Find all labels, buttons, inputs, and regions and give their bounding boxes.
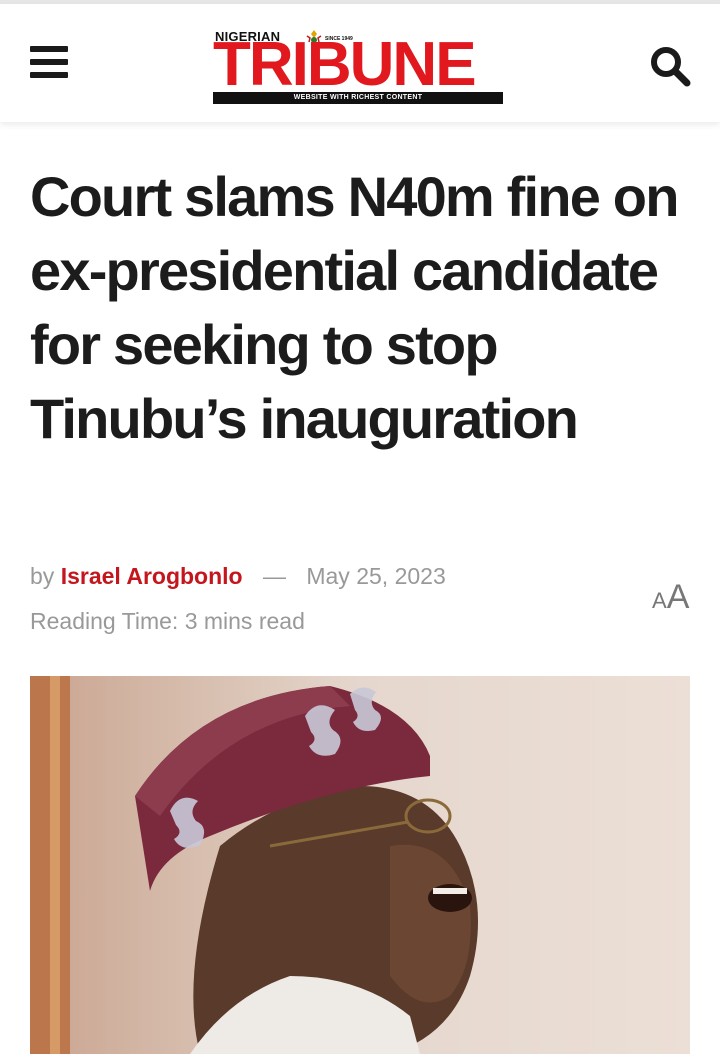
article-byline: by Israel Arogbonlo — May 25, 2023 (30, 563, 446, 590)
author-link[interactable]: Israel Arogbonlo (61, 563, 243, 589)
article-featured-image (30, 676, 690, 1054)
site-header: NIGERIAN SINCE 1949 TRIBUNE WEBSITE WITH… (0, 4, 720, 122)
reading-time: Reading Time: 3 mins read (30, 608, 305, 634)
article-headline: Court slams N40m fine on ex-presidential… (30, 165, 679, 450)
by-label: by (30, 563, 55, 589)
logo-tagline: WEBSITE WITH RICHEST CONTENT (213, 92, 503, 104)
font-size-small-icon: A (652, 588, 667, 613)
logo-main-text: TRIBUNE (213, 30, 477, 99)
site-logo[interactable]: NIGERIAN SINCE 1949 TRIBUNE WEBSITE WITH… (213, 24, 503, 104)
font-size-big-icon: A (666, 578, 690, 616)
hamburger-menu-icon[interactable] (30, 46, 68, 80)
byline-separator: — (262, 563, 286, 589)
search-icon[interactable] (648, 44, 692, 88)
font-size-toggle[interactable]: AA (652, 578, 689, 617)
article-date: May 25, 2023 (306, 563, 446, 589)
